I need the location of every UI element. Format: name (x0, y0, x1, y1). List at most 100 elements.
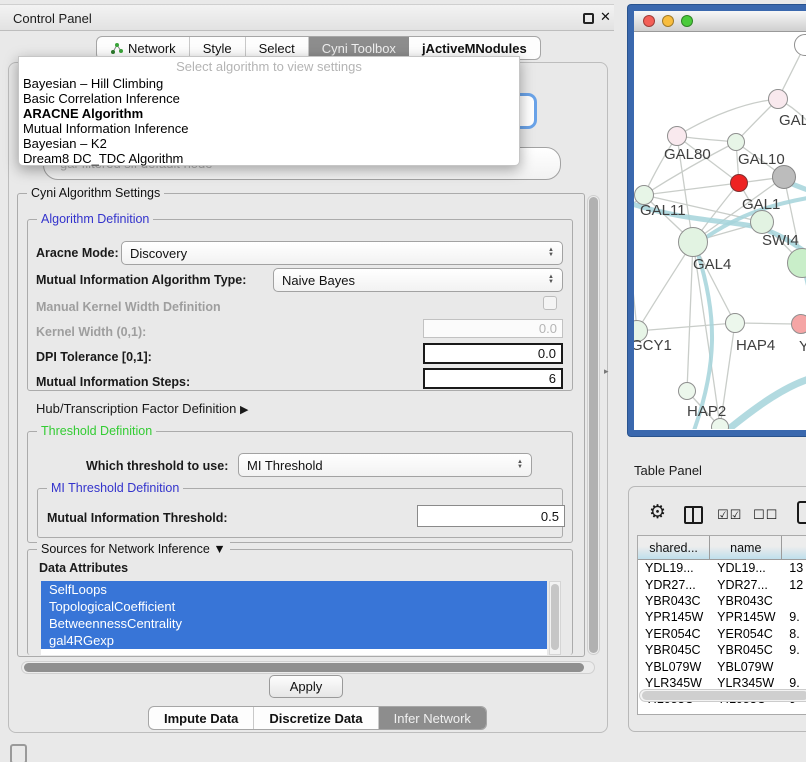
columns-icon[interactable] (684, 506, 703, 524)
minimized-panel-icon[interactable] (10, 744, 27, 762)
scrollbar-thumb[interactable] (24, 663, 584, 672)
table-row[interactable]: YPR145WYPR145W9. (638, 609, 806, 625)
attributes-list[interactable]: SelfLoopsTopologicalCoefficientBetweenne… (41, 581, 547, 655)
which-threshold-label: Which threshold to use: (86, 459, 228, 473)
column-header[interactable] (782, 536, 806, 560)
algorithm-option[interactable]: ARACNE Algorithm (19, 106, 519, 121)
aracne-mode-label: Aracne Mode: (36, 246, 119, 260)
network-node-gal10[interactable] (727, 133, 745, 151)
table-cell: YDR27... (710, 576, 782, 592)
dpi-tolerance-input[interactable]: 0.0 (423, 343, 563, 364)
kernel-width-input[interactable]: 0.0 (423, 319, 563, 338)
column-header[interactable]: name (710, 536, 782, 560)
triangle-down-icon: ▼ (213, 542, 225, 556)
window-close-button[interactable] (643, 15, 655, 27)
network-node-gal4[interactable] (678, 227, 708, 257)
mi-steps-input[interactable]: 6 (423, 368, 563, 389)
checked-boxes-icon[interactable]: ☑☑ (717, 507, 742, 523)
table-horizontal-scrollbar[interactable] (639, 689, 806, 702)
spinner-icon: ▲▼ (542, 275, 554, 285)
algorithm-option[interactable]: Bayesian – Hill Climbing (19, 76, 519, 91)
network-node[interactable] (772, 165, 796, 189)
tab-label: jActiveMNodules (422, 41, 527, 56)
network-node-gal1[interactable] (730, 174, 748, 192)
float-panel-icon[interactable] (583, 13, 594, 24)
network-node-gal[interactable] (768, 89, 788, 109)
node-label: GAL (779, 112, 806, 129)
tab-label: Network (128, 41, 176, 56)
settings-horizontal-scrollbar[interactable] (21, 661, 595, 674)
network-node-gal80[interactable] (667, 126, 687, 146)
table-row[interactable]: YBR045CYBR045C9. (638, 642, 806, 658)
close-icon[interactable]: ✕ (600, 9, 611, 25)
node-label: SWI4 (762, 232, 799, 249)
attribute-item[interactable]: gal4RGexp (41, 632, 547, 649)
table-cell: 8. (782, 626, 806, 642)
network-edge[interactable] (637, 323, 735, 331)
hub-definition-label: Hub/Transcription Factor Definition (36, 401, 236, 416)
scrollbar-thumb[interactable] (642, 691, 806, 700)
settings-vertical-scrollbar[interactable] (587, 195, 600, 655)
aracne-mode-combo[interactable]: Discovery ▲▼ (121, 241, 563, 265)
tab-impute-data[interactable]: Impute Data (149, 707, 254, 729)
network-node-hap2[interactable] (678, 382, 696, 400)
manual-kernel-checkbox[interactable] (543, 296, 557, 310)
mi-threshold-group-title: MI Threshold Definition (47, 481, 183, 495)
network-node-hap4[interactable] (725, 313, 745, 333)
table-row[interactable]: YBR043CYBR043C (638, 593, 806, 609)
node-label: Y (799, 338, 806, 355)
network-edge[interactable] (644, 183, 739, 195)
table-cell: YBR045C (638, 642, 710, 658)
attributes-list-scrollbar[interactable] (549, 581, 561, 655)
table-cell: YPR145W (638, 609, 710, 625)
algorithm-option[interactable]: Bayesian – K2 (19, 136, 519, 151)
algorithm-option[interactable]: Dream8 DC_TDC Algorithm (19, 151, 519, 166)
network-edge[interactable] (677, 99, 778, 136)
spinner-icon: ▲▼ (542, 248, 554, 258)
unchecked-boxes-icon[interactable]: ☐☐ (753, 507, 778, 523)
algorithm-popup: Select algorithm to view settings Bayesi… (18, 56, 520, 166)
apply-button[interactable]: Apply (269, 675, 343, 698)
node-label: HAP2 (687, 403, 726, 420)
table-body: YDL19...YDL19...13YDR27...YDR27...12YBR0… (638, 560, 806, 708)
table-row[interactable]: YBL079WYBL079W (638, 658, 806, 674)
which-threshold-combo[interactable]: MI Threshold ▲▼ (238, 453, 532, 477)
column-header[interactable]: shared... (638, 536, 710, 560)
function-icon[interactable] (797, 501, 806, 524)
algorithm-option[interactable]: Mutual Information Inference (19, 121, 519, 136)
scrollbar-thumb[interactable] (589, 197, 598, 653)
network-node-y[interactable] (791, 314, 806, 334)
table-row[interactable]: YDL19...YDL19...13 (638, 560, 806, 576)
hub-definition-toggle[interactable]: Hub/Transcription Factor Definition ▶ (36, 401, 248, 416)
algorithm-option[interactable]: Basic Correlation Inference (19, 91, 519, 106)
window-zoom-button[interactable] (681, 15, 693, 27)
scrollbar-thumb[interactable] (551, 584, 559, 650)
sources-group-title[interactable]: Sources for Network Inference ▼ (37, 542, 230, 556)
attribute-item[interactable]: TopologicalCoefficient (41, 598, 547, 615)
network-node[interactable] (750, 210, 774, 234)
mi-threshold-input[interactable]: 0.5 (417, 505, 565, 527)
mi-steps-label: Mutual Information Steps: (36, 375, 190, 389)
network-canvas[interactable]: GALGAL80GAL10GAL1GAL11SWI4GAL4GCY1HAP4YH… (634, 32, 806, 429)
gear-icon[interactable]: ⚙ (649, 501, 666, 524)
window-minimize-button[interactable] (662, 15, 674, 27)
table-row[interactable]: YDR27...YDR27...12 (638, 576, 806, 592)
tab-discretize-data[interactable]: Discretize Data (254, 707, 378, 729)
aracne-mode-value: Discovery (130, 246, 187, 261)
tab-infer-network[interactable]: Infer Network (379, 707, 486, 729)
control-panel-titlebar: Control Panel ✕ (0, 4, 614, 31)
table-panel-card: ⚙ ☑☑ ☐☐ shared...name YDL19...YDL19...13… (628, 486, 806, 732)
table-cell: YBL079W (638, 658, 710, 674)
table-cell: YDL19... (638, 560, 710, 576)
chevron-right-icon: ▶ (240, 404, 248, 416)
network-edge[interactable] (637, 242, 693, 331)
table-row[interactable]: YER054CYER054C8. (638, 626, 806, 642)
panel-collapse-arrow[interactable]: ▸ (604, 366, 609, 377)
table-cell: YER054C (638, 626, 710, 642)
mi-type-combo[interactable]: Naive Bayes ▲▼ (273, 268, 563, 292)
network-edge-highlighted[interactable] (692, 248, 712, 429)
attribute-item[interactable]: SelfLoops (41, 581, 547, 598)
network-edge-highlighted[interactable] (718, 376, 806, 429)
node-label: HAP4 (736, 337, 775, 354)
attribute-item[interactable]: BetweennessCentrality (41, 615, 547, 632)
